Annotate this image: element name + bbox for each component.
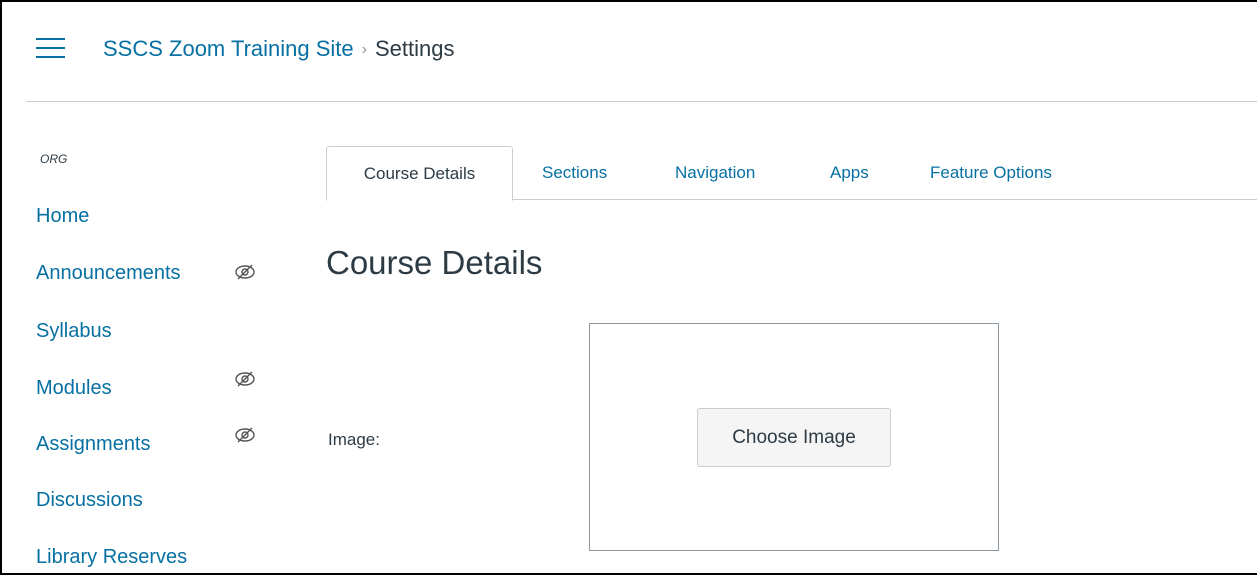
tab-sections[interactable]: Sections (542, 146, 607, 200)
sidebar-item-label[interactable]: Assignments (36, 433, 151, 455)
page-title: Course Details (326, 244, 543, 281)
sidebar-item-label[interactable]: Library Reserves (36, 546, 187, 568)
image-field-label: Image: (328, 430, 380, 449)
page-header: SSCS Zoom Training Site › Settings (0, 0, 1257, 102)
sidebar-item-discussions[interactable]: Discussions (36, 486, 286, 514)
breadcrumb: SSCS Zoom Training Site › Settings (103, 34, 455, 67)
sidebar-item-assignments[interactable]: Assignments (36, 427, 286, 458)
eye-slash-icon (235, 371, 255, 387)
breadcrumb-separator-icon: › (361, 41, 367, 58)
eye-slash-icon (235, 427, 255, 443)
hamburger-menu-icon[interactable] (36, 36, 65, 60)
tab-course-details[interactable]: Course Details (326, 146, 513, 201)
sidebar-item-label[interactable]: Home (36, 205, 89, 227)
sidebar-item-home[interactable]: Home (36, 202, 286, 230)
settings-tabs: Course Details Sections Navigation Apps … (326, 146, 1257, 201)
course-image-box: Choose Image (589, 323, 999, 551)
org-label: ORG (40, 152, 68, 166)
breadcrumb-current-page: Settings (375, 36, 455, 61)
course-nav-sidebar: ORG Home Announcements Syllabus Modules … (36, 102, 286, 575)
eye-slash-icon (235, 264, 255, 280)
sidebar-item-label[interactable]: Syllabus (36, 320, 112, 342)
sidebar-item-syllabus[interactable]: Syllabus (36, 317, 286, 345)
tab-apps[interactable]: Apps (830, 146, 869, 200)
sidebar-item-announcements[interactable]: Announcements (36, 259, 286, 287)
sidebar-item-modules[interactable]: Modules (36, 371, 286, 402)
tab-navigation[interactable]: Navigation (675, 146, 755, 200)
choose-image-button[interactable]: Choose Image (697, 408, 891, 467)
tab-feature-options[interactable]: Feature Options (930, 146, 1052, 200)
sidebar-item-label[interactable]: Modules (36, 377, 112, 399)
breadcrumb-course-link[interactable]: SSCS Zoom Training Site (103, 36, 354, 61)
sidebar-item-label[interactable]: Discussions (36, 489, 143, 511)
sidebar-item-label[interactable]: Announcements (36, 262, 181, 284)
sidebar-item-library-reserves[interactable]: Library Reserves (36, 543, 286, 571)
